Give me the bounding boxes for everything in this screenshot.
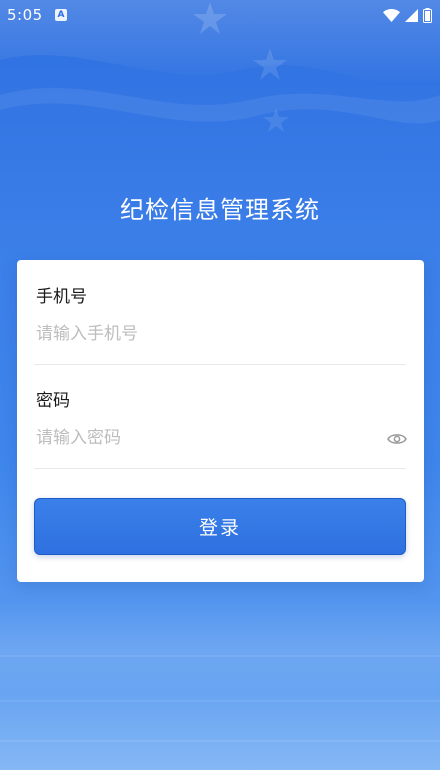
phone-label: 手机号: [36, 287, 87, 307]
signal-icon: [405, 8, 418, 22]
phone-divider: [34, 364, 406, 365]
status-bar: 5:05 A: [0, 0, 440, 30]
login-card: 手机号 密码 登录: [17, 260, 424, 582]
eye-icon[interactable]: [387, 432, 407, 446]
login-button[interactable]: 登录: [34, 498, 406, 555]
status-time: 5:05: [7, 6, 43, 24]
background-flag-decoration: [0, 0, 440, 132]
app-title: 纪检信息管理系统: [120, 196, 320, 224]
background-wave-line: [0, 655, 440, 657]
background-wave-line: [0, 740, 440, 742]
background-horizon-decoration: [0, 600, 440, 770]
wifi-icon: [383, 8, 400, 22]
phone-input[interactable]: [34, 316, 410, 352]
background-wave-line: [0, 700, 440, 702]
password-label: 密码: [36, 391, 70, 411]
password-divider: [34, 468, 406, 469]
battery-icon: [423, 7, 432, 23]
status-icons: [383, 7, 432, 23]
app-notification-icon: A: [55, 9, 67, 21]
password-input[interactable]: [34, 420, 368, 456]
